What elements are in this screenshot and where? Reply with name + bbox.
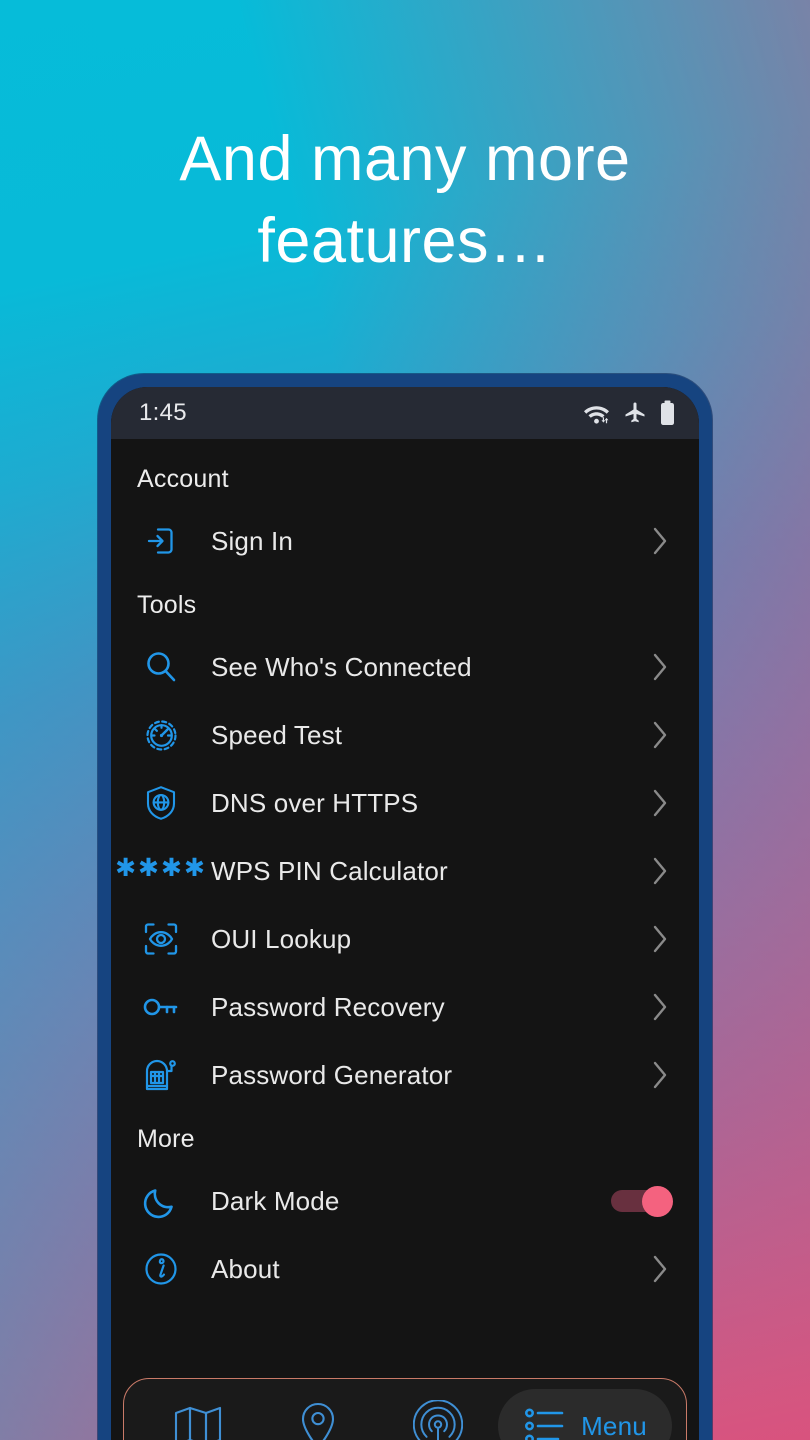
menu-item-label: Password Recovery	[211, 991, 445, 1022]
map-icon	[172, 1401, 224, 1440]
status-bar-clock: 1:45	[139, 399, 187, 426]
nav-item-location[interactable]	[258, 1389, 378, 1440]
asterisks-icon: ✱✱✱✱	[115, 855, 205, 884]
info-circle-icon	[137, 1250, 185, 1288]
search-icon	[137, 648, 185, 686]
promo-headline: And many more features…	[179, 124, 631, 276]
sign-in-icon	[137, 523, 185, 559]
menu-item-label: Dark Mode	[211, 1185, 340, 1216]
menu-item-label: About	[211, 1253, 280, 1284]
list-icon	[523, 1403, 571, 1440]
chevron-right-icon	[647, 854, 673, 888]
menu-item-label: Password Generator	[211, 1059, 453, 1090]
menu-item-label: DNS over HTTPS	[211, 787, 419, 818]
nav-item-menu[interactable]: Menu	[498, 1389, 672, 1440]
chevron-right-icon	[647, 650, 673, 684]
moon-icon	[137, 1182, 185, 1220]
status-bar: 1:45	[111, 387, 699, 439]
menu-item-oui-lookup[interactable]: OUI Lookup	[111, 905, 699, 973]
menu-item-speed-test[interactable]: Speed Test	[111, 701, 699, 769]
chevron-right-icon	[647, 1252, 673, 1286]
menu-item-wps-pin-calculator[interactable]: ✱✱✱✱ WPS PIN Calculator	[111, 837, 699, 905]
section-header-more: More	[137, 1125, 195, 1153]
menu-item-label: WPS PIN Calculator	[211, 855, 448, 886]
nav-item-signal[interactable]	[378, 1389, 498, 1440]
location-pin-icon	[297, 1400, 339, 1440]
menu-item-about[interactable]: About	[111, 1235, 699, 1303]
status-bar-icons	[583, 400, 675, 426]
shield-globe-icon	[137, 784, 185, 822]
settings-menu-list: Account Sign In Tools See Who's Connecte…	[111, 439, 699, 1366]
slot-machine-icon	[137, 1055, 185, 1095]
menu-item-see-whos-connected[interactable]: See Who's Connected	[111, 633, 699, 701]
nav-item-map[interactable]	[138, 1389, 258, 1440]
menu-item-dark-mode[interactable]: Dark Mode	[111, 1167, 699, 1235]
chevron-right-icon	[647, 990, 673, 1024]
section-header-tools: Tools	[137, 591, 197, 619]
menu-item-sign-in[interactable]: Sign In	[111, 507, 699, 575]
wifi-icon	[583, 402, 610, 424]
nav-item-label: Menu	[581, 1410, 647, 1440]
airplane-mode-icon	[623, 401, 647, 425]
dark-mode-toggle[interactable]	[611, 1186, 673, 1217]
speedometer-icon	[137, 717, 185, 754]
bottom-navigation-bar: Menu	[123, 1378, 687, 1440]
eye-scan-icon	[137, 920, 185, 958]
menu-item-dns-over-https[interactable]: DNS over HTTPS	[111, 769, 699, 837]
menu-item-label: See Who's Connected	[211, 651, 472, 682]
battery-icon	[660, 400, 675, 426]
phone-mockup: 1:45 Account Sign In Tools See Who's Con…	[98, 374, 712, 1440]
chevron-right-icon	[647, 922, 673, 956]
chevron-right-icon	[647, 524, 673, 558]
menu-item-password-recovery[interactable]: Password Recovery	[111, 973, 699, 1041]
key-icon	[137, 992, 185, 1022]
chevron-right-icon	[647, 786, 673, 820]
asterisks-glyphs: ✱✱✱✱	[115, 853, 207, 882]
menu-item-password-generator[interactable]: Password Generator	[111, 1041, 699, 1109]
chevron-right-icon	[647, 1058, 673, 1092]
section-header-account: Account	[137, 465, 229, 493]
menu-item-label: OUI Lookup	[211, 923, 352, 954]
chevron-right-icon	[647, 718, 673, 752]
signal-radar-icon	[413, 1400, 463, 1440]
phone-screen: 1:45 Account Sign In Tools See Who's Con…	[111, 387, 699, 1440]
menu-item-label: Speed Test	[211, 719, 343, 750]
toggle-thumb	[642, 1186, 673, 1217]
menu-item-label: Sign In	[211, 525, 293, 556]
